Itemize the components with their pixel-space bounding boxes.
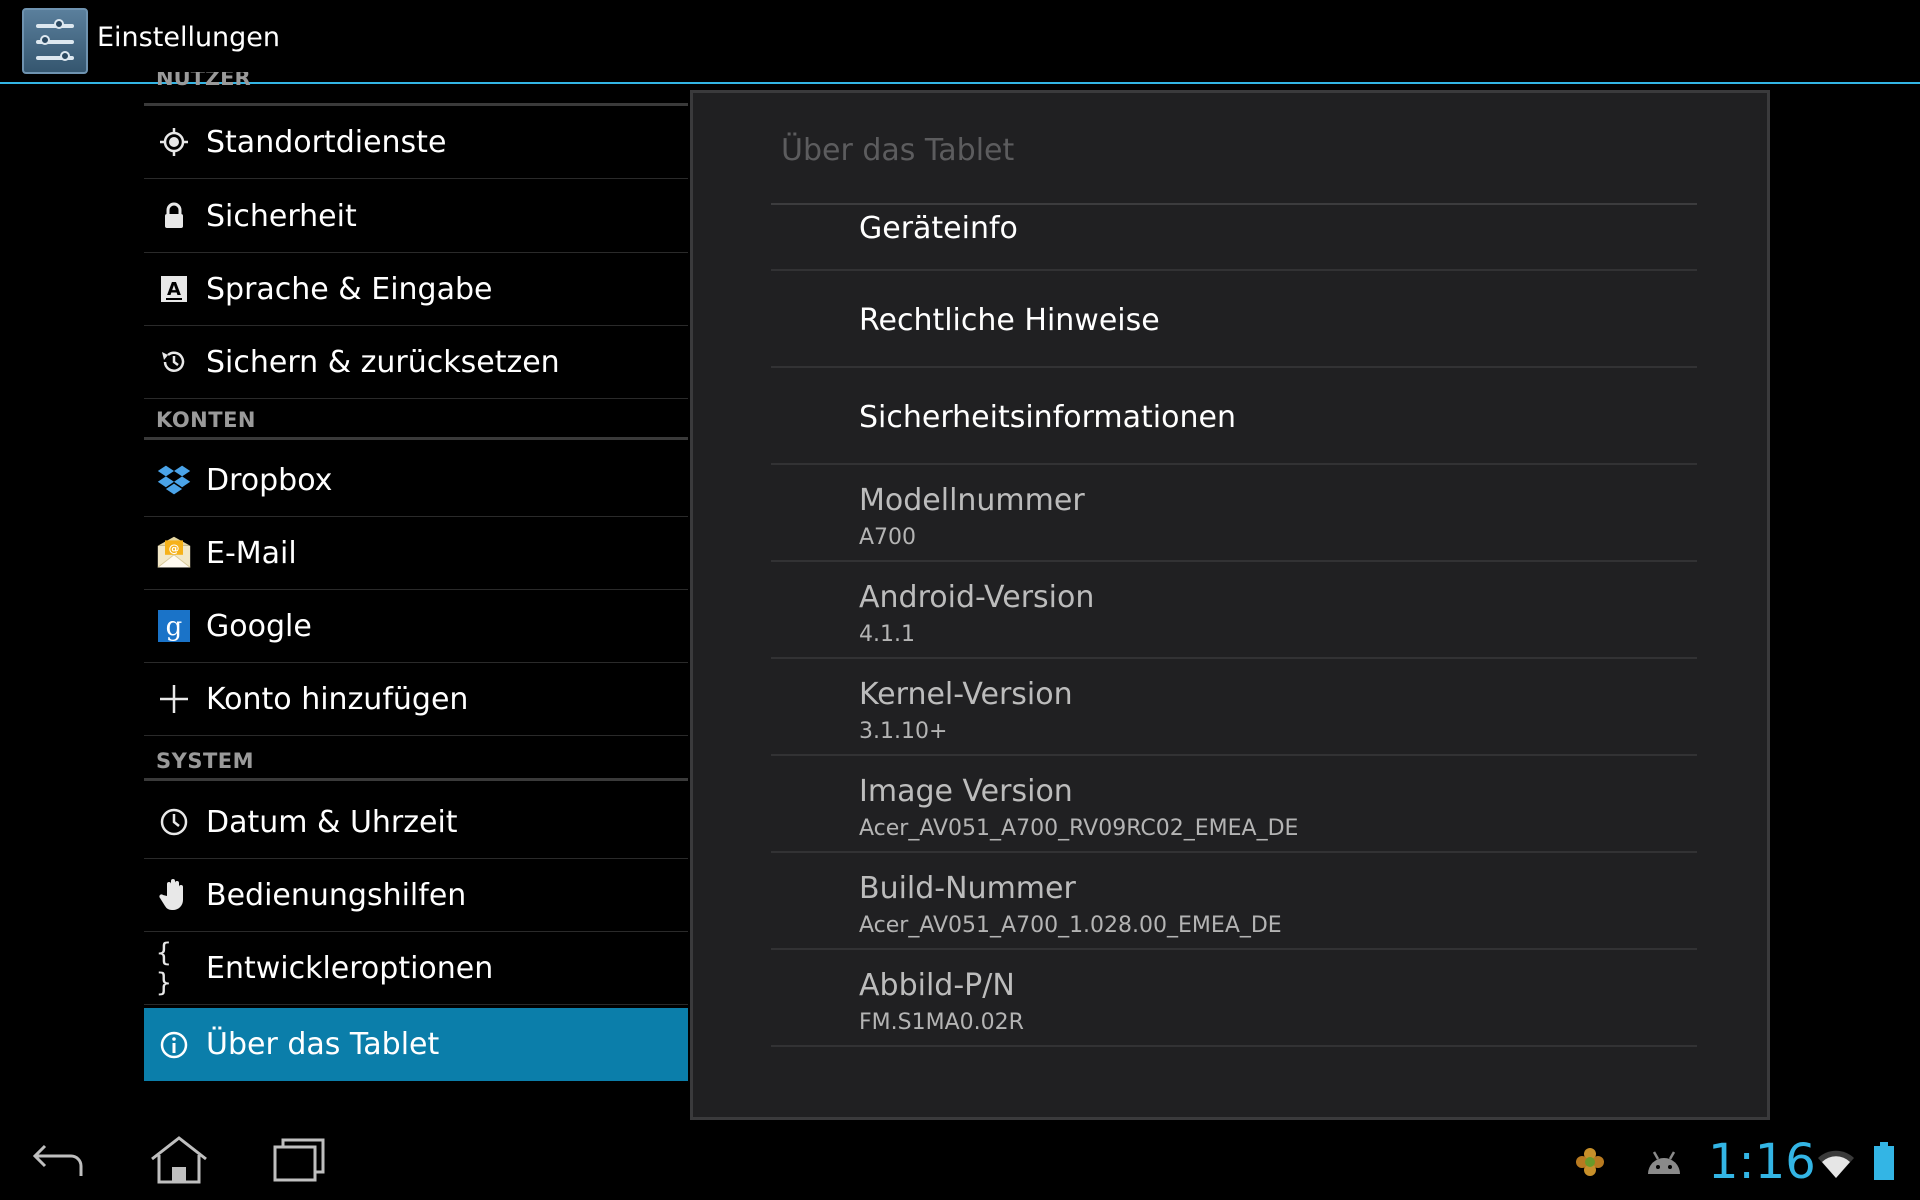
dropbox-icon	[156, 462, 192, 498]
pref-title: Rechtliche Hinweise	[859, 303, 1160, 338]
recent-apps-icon[interactable]	[264, 1132, 334, 1188]
settings-item-label: Sicherheit	[206, 198, 357, 234]
pref-title: Android-Version	[859, 580, 1095, 615]
settings-item-language[interactable]: A Sprache & Eingabe	[144, 253, 688, 326]
notification-flower-icon[interactable]	[1572, 1144, 1608, 1184]
settings-item-email[interactable]: @ E-Mail	[144, 517, 688, 590]
settings-item-accessibility[interactable]: Bedienungshilfen	[144, 859, 688, 932]
email-icon: @	[156, 535, 192, 571]
wifi-icon[interactable]	[1816, 1146, 1856, 1184]
location-icon	[156, 124, 192, 160]
section-header-clipped: NUTZER	[156, 72, 251, 90]
section-header-accounts: KONTEN	[144, 408, 688, 440]
pref-value: 4.1.1	[859, 622, 915, 647]
language-icon: A	[156, 271, 192, 307]
pref-legal-notices[interactable]: Rechtliche Hinweise	[771, 271, 1697, 368]
settings-item-backup[interactable]: Sichern & zurücksetzen	[144, 326, 688, 399]
clock-icon	[156, 804, 192, 840]
pref-safety-info[interactable]: Sicherheitsinformationen	[771, 368, 1697, 465]
settings-item-label: Sprache & Eingabe	[206, 271, 493, 307]
google-icon: g	[156, 608, 192, 644]
settings-item-label: Entwickleroptionen	[206, 950, 494, 986]
svg-text:g: g	[166, 612, 183, 642]
settings-item-security[interactable]: Sicherheit	[144, 180, 688, 253]
lock-icon	[156, 198, 192, 234]
pref-title: Kernel-Version	[859, 677, 1073, 712]
pref-title: Sicherheitsinformationen	[859, 400, 1236, 435]
settings-item-label: Google	[206, 608, 312, 644]
pref-title: Build-Nummer	[859, 871, 1076, 906]
hand-icon	[156, 877, 192, 913]
pref-value: 3.1.10+	[859, 719, 948, 744]
settings-item-google[interactable]: g Google	[144, 590, 688, 663]
pref-title: Abbild-P/N	[859, 968, 1015, 1003]
settings-item-developer[interactable]: { } Entwickleroptionen	[144, 932, 688, 1005]
detail-title: Über das Tablet	[781, 133, 1015, 168]
home-icon[interactable]	[144, 1132, 214, 1188]
pref-image-version: Image Version Acer_AV051_A700_RV09RC02_E…	[771, 756, 1697, 853]
pref-build-number[interactable]: Build-Nummer Acer_AV051_A700_1.028.00_EM…	[771, 853, 1697, 950]
pref-device-info[interactable]: Geräteinfo	[771, 205, 1697, 271]
pref-value: Acer_AV051_A700_RV09RC02_EMEA_DE	[859, 816, 1299, 841]
settings-list: NUTZER Standortdienste Sicherheit A Spra…	[144, 72, 688, 1086]
settings-item-about-tablet[interactable]: Über das Tablet	[144, 1008, 688, 1081]
settings-item-label: Bedienungshilfen	[206, 877, 467, 913]
pref-model-number: Modellnummer A700	[771, 465, 1697, 562]
braces-icon: { }	[156, 938, 172, 998]
pref-android-version[interactable]: Android-Version 4.1.1	[771, 562, 1697, 659]
battery-icon[interactable]	[1872, 1142, 1896, 1186]
backup-icon	[156, 344, 192, 380]
settings-item-label: E-Mail	[206, 535, 297, 571]
pref-value: FM.S1MA0.02R	[859, 1010, 1024, 1035]
pref-title: Geräteinfo	[859, 211, 1018, 246]
pref-kernel-version: Kernel-Version 3.1.10+	[771, 659, 1697, 756]
settings-item-date-time[interactable]: Datum & Uhrzeit	[144, 786, 688, 859]
pref-title: Modellnummer	[859, 483, 1085, 518]
app-title: Einstellungen	[97, 22, 281, 53]
status-clock[interactable]: 1:16	[1708, 1134, 1816, 1190]
navigation-bar	[0, 1120, 1920, 1200]
pref-title: Image Version	[859, 774, 1073, 809]
pref-value: Acer_AV051_A700_1.028.00_EMEA_DE	[859, 913, 1282, 938]
settings-item-add-account[interactable]: Konto hinzufügen	[144, 663, 688, 736]
settings-item-label: Datum & Uhrzeit	[206, 804, 458, 840]
settings-item-label: Konto hinzufügen	[206, 681, 469, 717]
settings-item-dropbox[interactable]: Dropbox	[144, 444, 688, 517]
svg-text:@: @	[169, 542, 180, 555]
settings-sliders-icon[interactable]	[22, 8, 88, 74]
plus-icon	[156, 681, 192, 717]
settings-item-location[interactable]: Standortdienste	[144, 106, 688, 179]
settings-item-label: Standortdienste	[206, 124, 447, 160]
pref-image-pn: Abbild-P/N FM.S1MA0.02R	[771, 950, 1697, 1047]
detail-panel: Über das Tablet Geräteinfo Rechtliche Hi…	[690, 90, 1770, 1120]
settings-item-label: Über das Tablet	[206, 1027, 440, 1062]
android-debug-icon[interactable]	[1644, 1146, 1684, 1182]
section-header-system: SYSTEM	[144, 749, 688, 781]
settings-item-label: Dropbox	[206, 462, 333, 498]
back-icon[interactable]	[24, 1132, 94, 1188]
info-icon	[156, 1027, 192, 1063]
pref-value: A700	[859, 525, 917, 550]
svg-text:A: A	[167, 279, 181, 300]
settings-item-label: Sichern & zurücksetzen	[206, 344, 560, 380]
